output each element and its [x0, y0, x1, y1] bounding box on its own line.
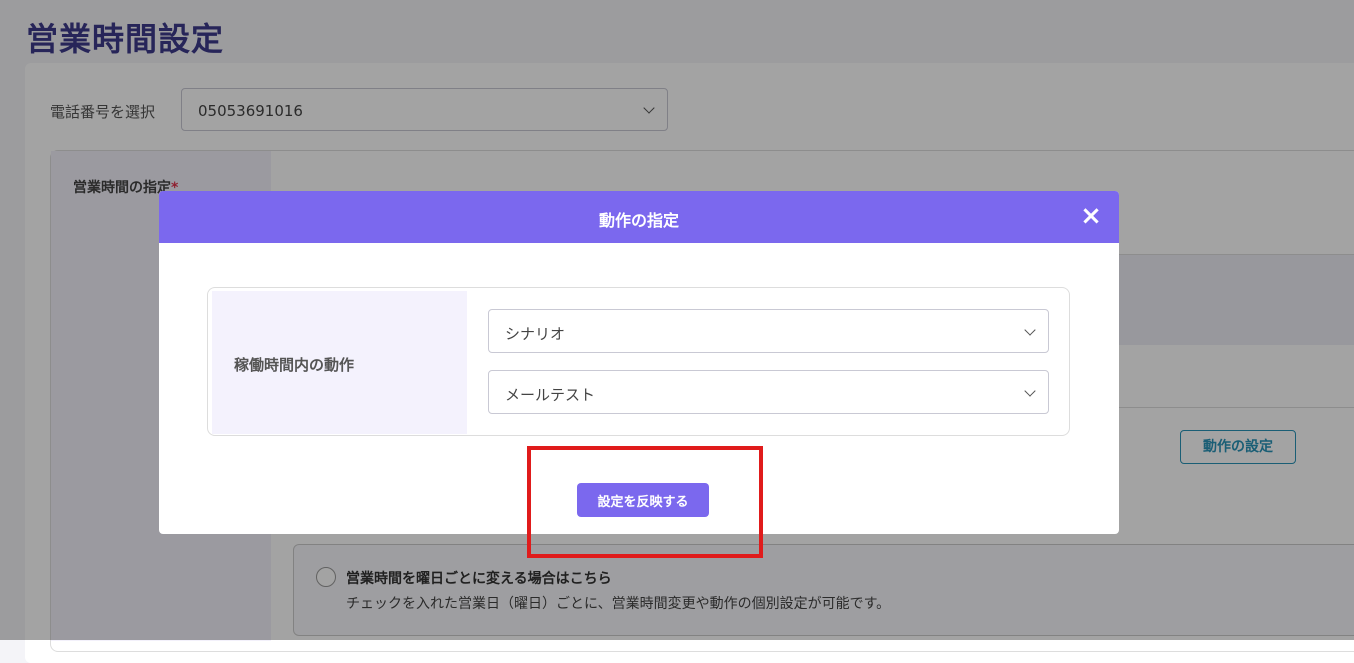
action-type-value: シナリオ — [505, 325, 566, 343]
row-label: 稼働時間内の動作 — [234, 356, 355, 374]
modal-title: 動作の指定 — [598, 211, 679, 230]
scenario-value: メールテスト — [505, 386, 596, 404]
chevron-down-icon — [1024, 385, 1036, 397]
modal-header: 動作の指定 × — [159, 191, 1119, 243]
scenario-select[interactable]: メールテスト — [488, 370, 1049, 414]
close-icon[interactable]: × — [1079, 203, 1103, 229]
action-setting-table: 稼働時間内の動作 シナリオ メールテスト — [207, 287, 1070, 436]
action-type-select[interactable]: シナリオ — [488, 309, 1049, 353]
chevron-down-icon — [1024, 324, 1036, 336]
highlight-box — [527, 446, 763, 558]
row-label-cell: 稼働時間内の動作 — [212, 291, 467, 434]
